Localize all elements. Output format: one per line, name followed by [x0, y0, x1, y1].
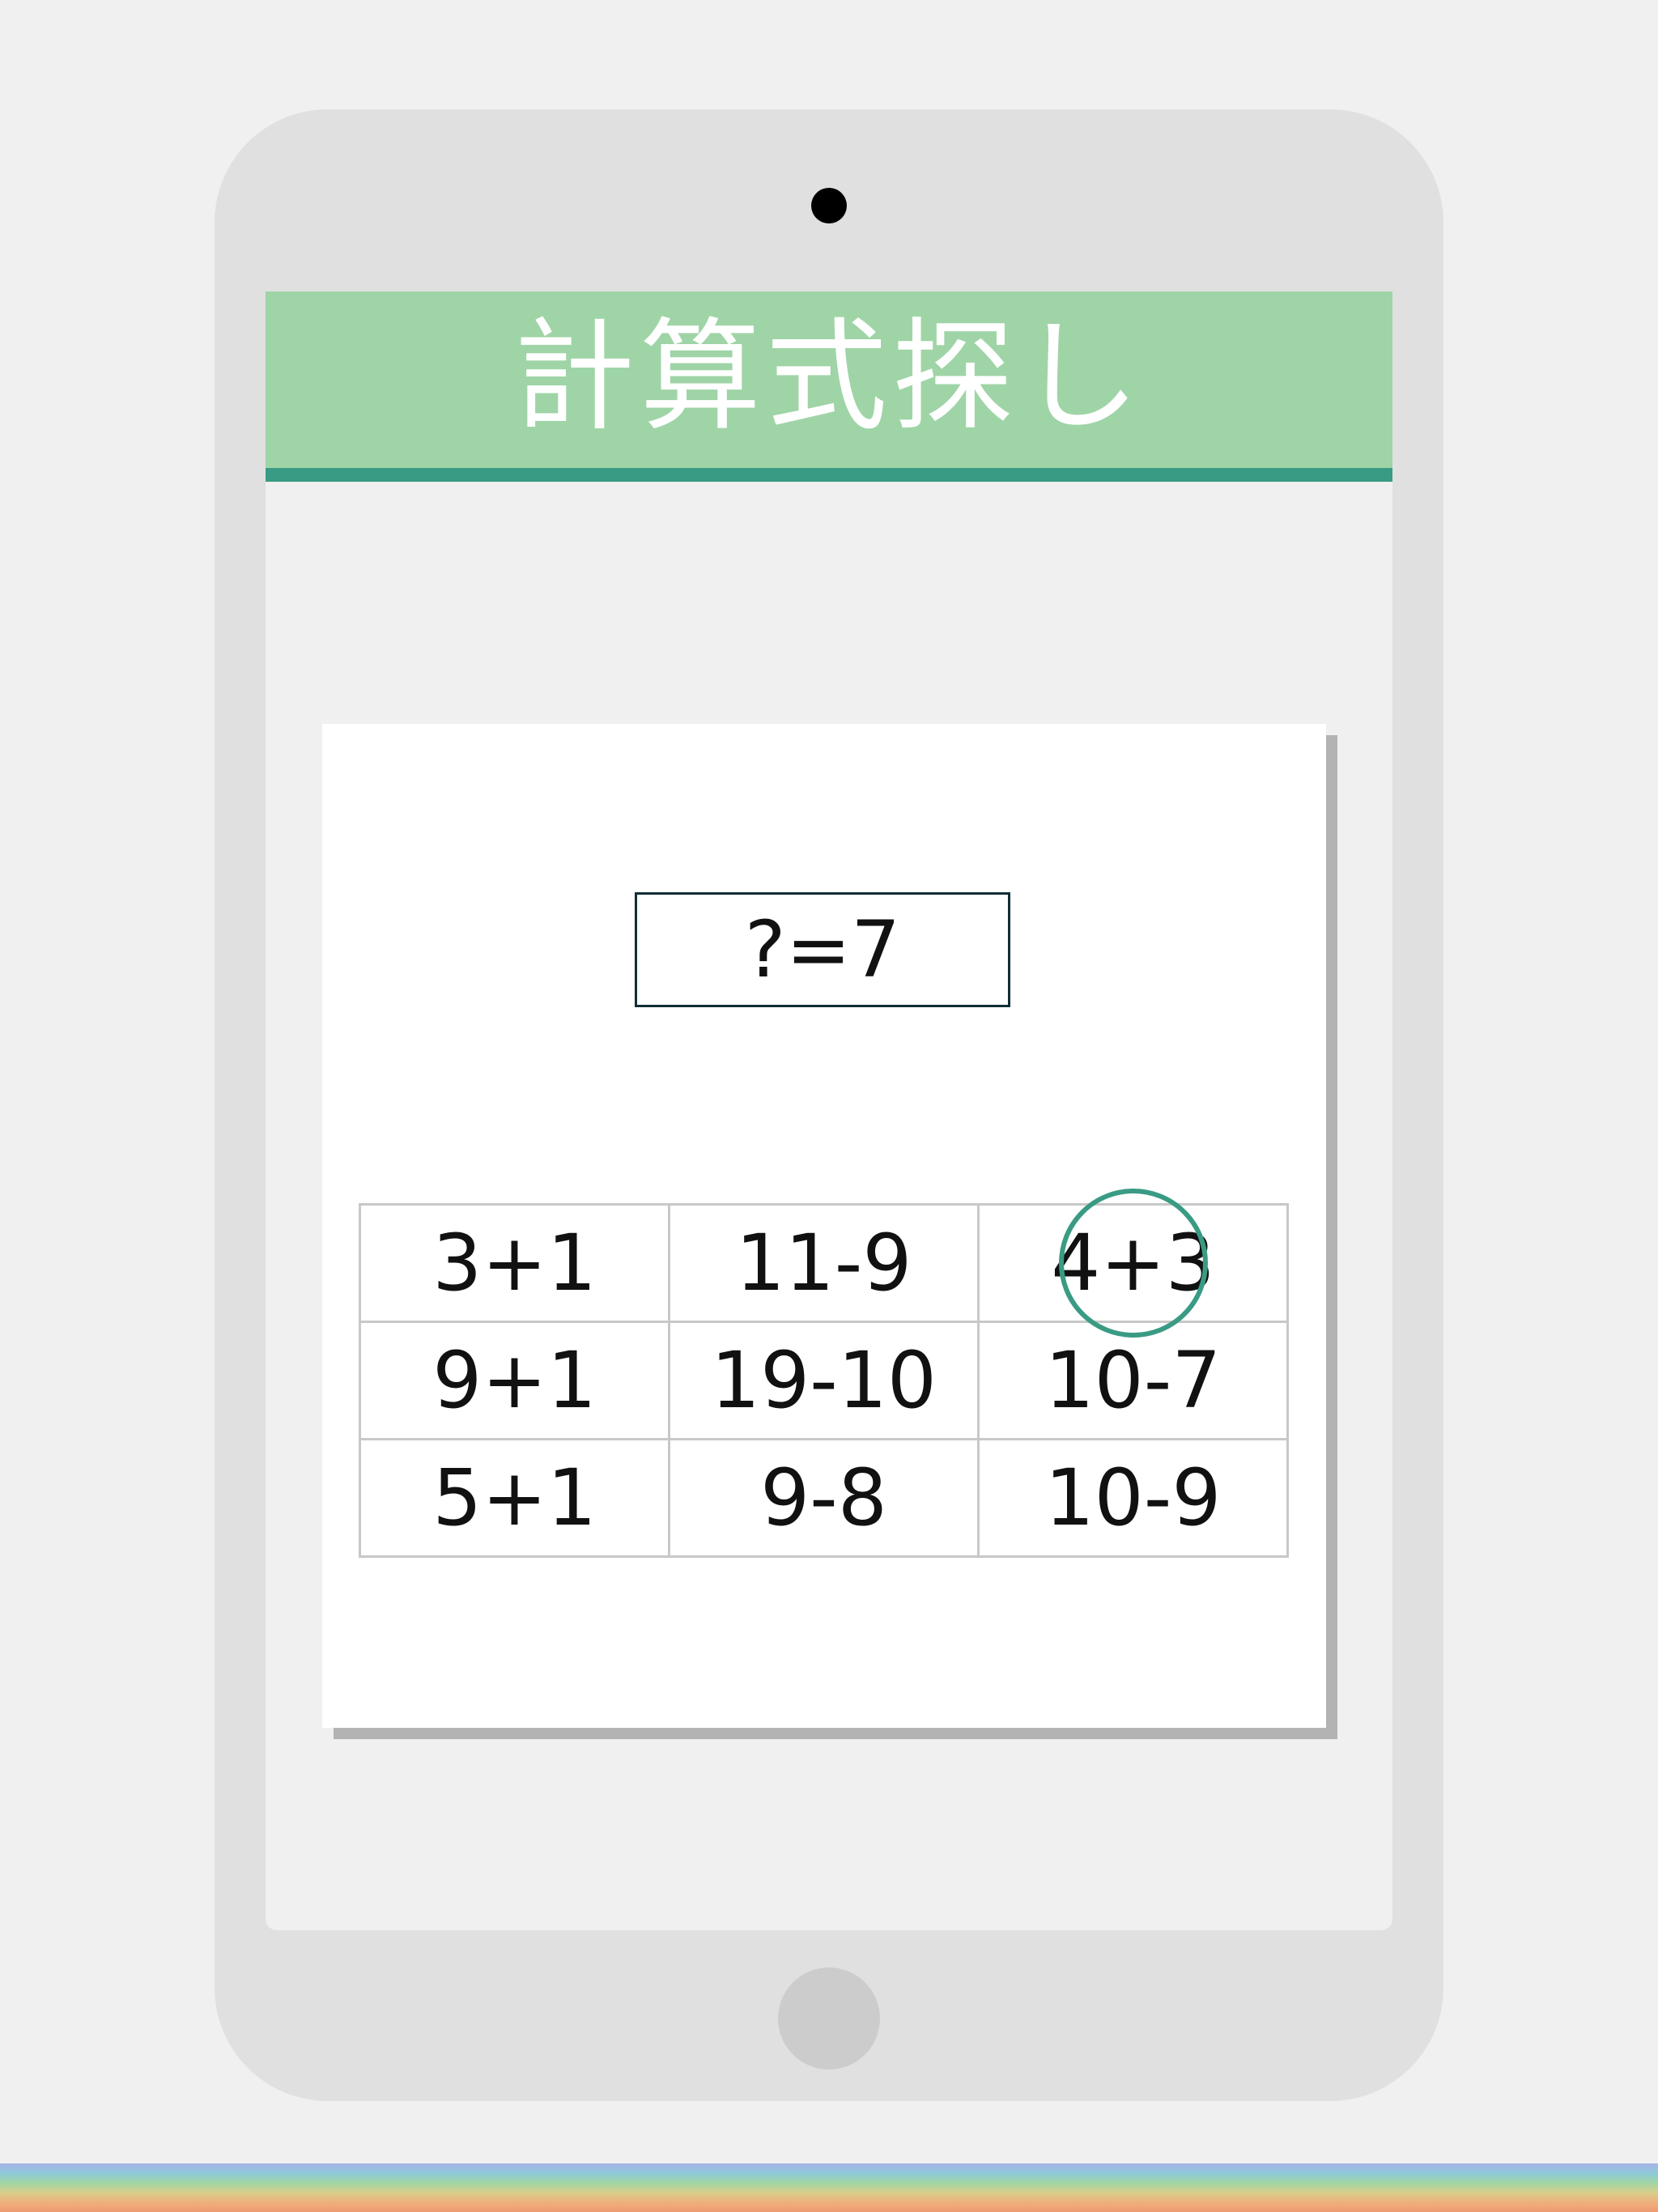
grid-row: 5+1 9-8 10-9 — [359, 1438, 1289, 1558]
grid-row: 3+1 11-9 4+3 — [359, 1189, 1289, 1338]
grid-cell[interactable]: 3+1 — [359, 1203, 670, 1323]
grid-cell-label: 19-10 — [711, 1335, 937, 1426]
grid-cell[interactable]: 10-7 — [977, 1321, 1289, 1440]
question-text: ?=7 — [744, 904, 901, 995]
grid-cell-label: 3+1 — [432, 1218, 597, 1308]
grid-cell[interactable]: 5+1 — [359, 1438, 670, 1558]
app-header: 計算式探し — [266, 291, 1392, 482]
grid-cell-label: 10-9 — [1044, 1453, 1222, 1543]
home-button[interactable] — [778, 1967, 880, 2069]
answer-grid: 3+1 11-9 4+3 9+1 19-10 10-7 5+1 9-8 10-9 — [359, 1189, 1289, 1558]
grid-cell-label: 9+1 — [432, 1335, 597, 1426]
grid-cell-label: 9-8 — [760, 1453, 887, 1543]
grid-cell[interactable]: 9-8 — [668, 1438, 980, 1558]
grid-cell-label: 11-9 — [735, 1218, 912, 1308]
grid-cell[interactable]: 9+1 — [359, 1321, 670, 1440]
grid-cell-label: 5+1 — [432, 1453, 597, 1543]
grid-cell[interactable]: 11-9 — [668, 1203, 980, 1323]
grid-row: 9+1 19-10 10-7 — [359, 1321, 1289, 1440]
grid-cell[interactable]: 10-9 — [977, 1438, 1289, 1558]
puzzle-card: ?=7 3+1 11-9 4+3 9+1 19-10 10-7 5+1 9-8 … — [322, 724, 1326, 1728]
page-title: 計算式探し — [512, 307, 1145, 448]
grid-cell-label: 4+3 — [1051, 1218, 1215, 1308]
grid-cell-selected[interactable]: 4+3 — [977, 1189, 1289, 1338]
question-box: ?=7 — [635, 892, 1010, 1007]
grid-cell[interactable]: 19-10 — [668, 1321, 980, 1440]
camera-icon — [811, 188, 847, 223]
screen: 計算式探し ?=7 3+1 11-9 4+3 9+1 19-10 10-7 5+… — [266, 291, 1392, 1930]
grid-cell-label: 10-7 — [1044, 1335, 1222, 1426]
rainbow-strip — [0, 2163, 1658, 2212]
